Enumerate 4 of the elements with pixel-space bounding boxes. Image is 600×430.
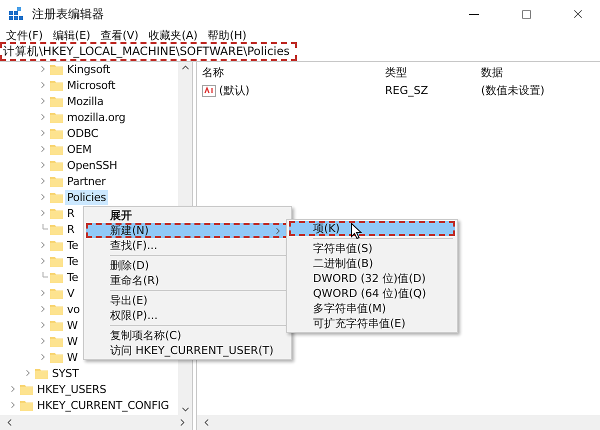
value-data: (数值未设置) — [481, 83, 546, 98]
window-title: 注册表编辑器 — [32, 6, 105, 22]
value-name: (默认) — [219, 83, 250, 98]
value-type: REG_SZ — [385, 83, 430, 98]
